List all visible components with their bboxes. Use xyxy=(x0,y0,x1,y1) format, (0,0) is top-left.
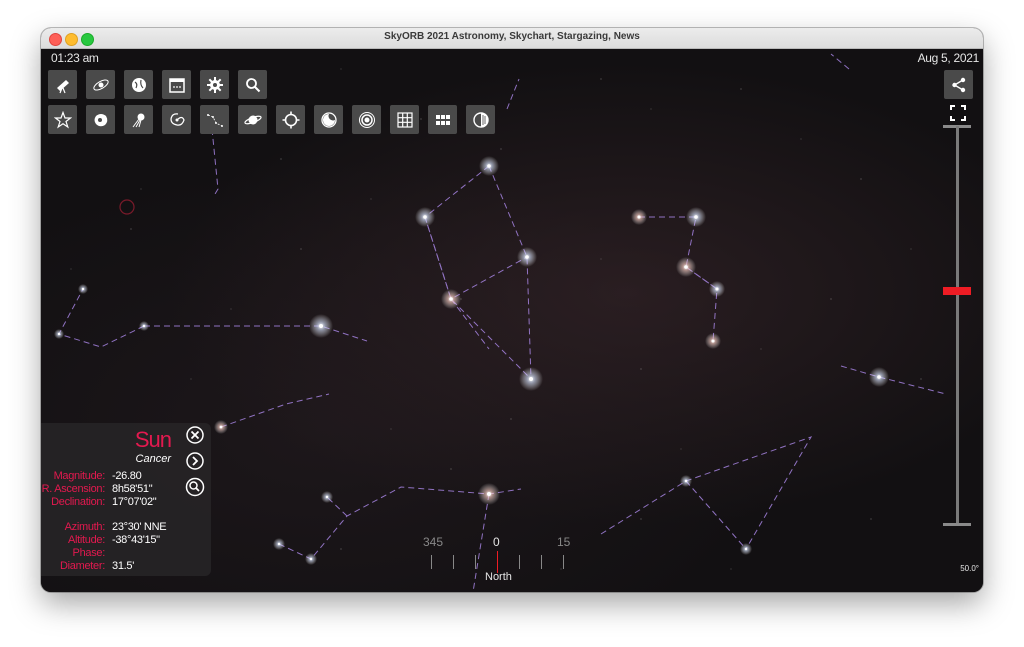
compass-label-center: 0 xyxy=(493,535,500,549)
compass-heading-marker xyxy=(497,551,498,573)
compass-tick xyxy=(453,555,454,569)
target-icon xyxy=(358,111,375,128)
satellite-icon xyxy=(132,113,144,127)
magnitude-value: -26.80 xyxy=(112,470,142,482)
orbit-button[interactable] xyxy=(86,70,115,99)
object-info-panel: Sun Cancer Magnitude: -26.80 R. Ascensio… xyxy=(41,423,211,576)
target-button[interactable] xyxy=(352,105,381,134)
nebula-filter-button[interactable] xyxy=(86,105,115,134)
date-display[interactable]: Aug 5, 2021 xyxy=(918,51,980,65)
share-icon xyxy=(951,77,965,92)
dec-label: Declination: xyxy=(51,496,105,508)
compass-label-left: 345 xyxy=(423,535,444,549)
globe-button[interactable] xyxy=(124,70,153,99)
dec-value: 17°07'02" xyxy=(112,496,157,508)
planets-filter-button[interactable] xyxy=(238,105,267,134)
altitude-label: Altitude: xyxy=(67,534,105,546)
nebula-icon xyxy=(94,113,107,126)
crosshair-icon xyxy=(282,111,299,128)
constellation-lines-button[interactable] xyxy=(200,105,229,134)
globe-icon xyxy=(131,77,146,92)
grid-icon xyxy=(396,111,413,128)
compass-label-right: 15 xyxy=(557,535,571,549)
ra-label: R. Ascension: xyxy=(41,483,106,495)
contrast-icon xyxy=(472,111,489,128)
zoom-to-object-button[interactable] xyxy=(185,477,205,497)
telescope-icon xyxy=(56,79,69,93)
stars-filter-button[interactable] xyxy=(48,105,77,134)
azimuth-value: 23°30' NNE xyxy=(112,521,167,533)
grid-dense-button[interactable] xyxy=(428,105,457,134)
altitude-row: Altitude: -38°43'15" xyxy=(41,534,211,547)
compass-tick xyxy=(475,555,476,569)
next-info-button[interactable] xyxy=(185,451,205,471)
dec-row: Declination: 17°07'02" xyxy=(41,496,211,509)
altitude-value: -38°43'15" xyxy=(112,534,160,546)
object-name: Sun xyxy=(134,427,172,452)
phase-label: Phase: xyxy=(72,547,106,559)
fullscreen-icon[interactable] xyxy=(949,104,967,122)
share-button[interactable] xyxy=(944,70,973,99)
galaxy-icon xyxy=(169,112,185,126)
compass-tick xyxy=(563,555,564,569)
galaxy-filter-button[interactable] xyxy=(162,105,191,134)
compass-tick xyxy=(431,555,432,569)
close-info-button[interactable] xyxy=(185,425,205,445)
grid-dense-icon xyxy=(435,114,450,125)
planet-icon xyxy=(243,115,262,124)
gear-icon xyxy=(206,76,223,93)
calendar-icon xyxy=(168,77,185,93)
zoom-field-of-view: 50.0° xyxy=(960,564,979,573)
phase-row: Phase: xyxy=(41,547,211,560)
magnitude-label: Magnitude: xyxy=(53,470,106,482)
compass-direction: North xyxy=(485,571,512,583)
moon-button[interactable] xyxy=(314,105,343,134)
telescope-button[interactable] xyxy=(48,70,77,99)
grid-button[interactable] xyxy=(390,105,419,134)
moon-icon xyxy=(320,111,337,128)
calendar-button[interactable] xyxy=(162,70,191,99)
zoom-slider-thumb[interactable] xyxy=(943,287,971,295)
app-window: SkyORB 2021 Astronomy, Skychart, Stargaz… xyxy=(41,28,983,592)
sky-chart[interactable]: 01:23 am Aug 5, 2021 50.0° Sun Cancer Ma… xyxy=(41,49,983,592)
crosshair-button[interactable] xyxy=(276,105,305,134)
diameter-value: 31.5' xyxy=(112,560,135,572)
zoom-slider-track[interactable] xyxy=(956,126,959,524)
clock-time: 01:23 am xyxy=(51,51,99,65)
ra-value: 8h58'51" xyxy=(112,483,153,495)
azimuth-row: Azimuth: 23°30' NNE xyxy=(41,521,211,534)
settings-button[interactable] xyxy=(200,70,229,99)
satellite-filter-button[interactable] xyxy=(124,105,153,134)
diameter-row: Diameter: 31.5' xyxy=(41,560,211,573)
title-bar: SkyORB 2021 Astronomy, Skychart, Stargaz… xyxy=(41,28,983,49)
compass-strip[interactable]: 345 0 15 North xyxy=(413,533,583,592)
search-icon xyxy=(245,77,260,92)
window-title: SkyORB 2021 Astronomy, Skychart, Stargaz… xyxy=(384,31,640,42)
azimuth-label: Azimuth: xyxy=(64,521,106,533)
contrast-button[interactable] xyxy=(466,105,495,134)
orbit-icon xyxy=(92,78,109,91)
zoom-slider-bottom xyxy=(943,523,971,526)
compass-tick xyxy=(519,555,520,569)
search-button[interactable] xyxy=(238,70,267,99)
compass-tick xyxy=(541,555,542,569)
diameter-label: Diameter: xyxy=(60,560,105,572)
object-constellation: Cancer xyxy=(135,453,171,465)
constellation-icon xyxy=(206,113,223,127)
star-icon xyxy=(53,110,72,128)
